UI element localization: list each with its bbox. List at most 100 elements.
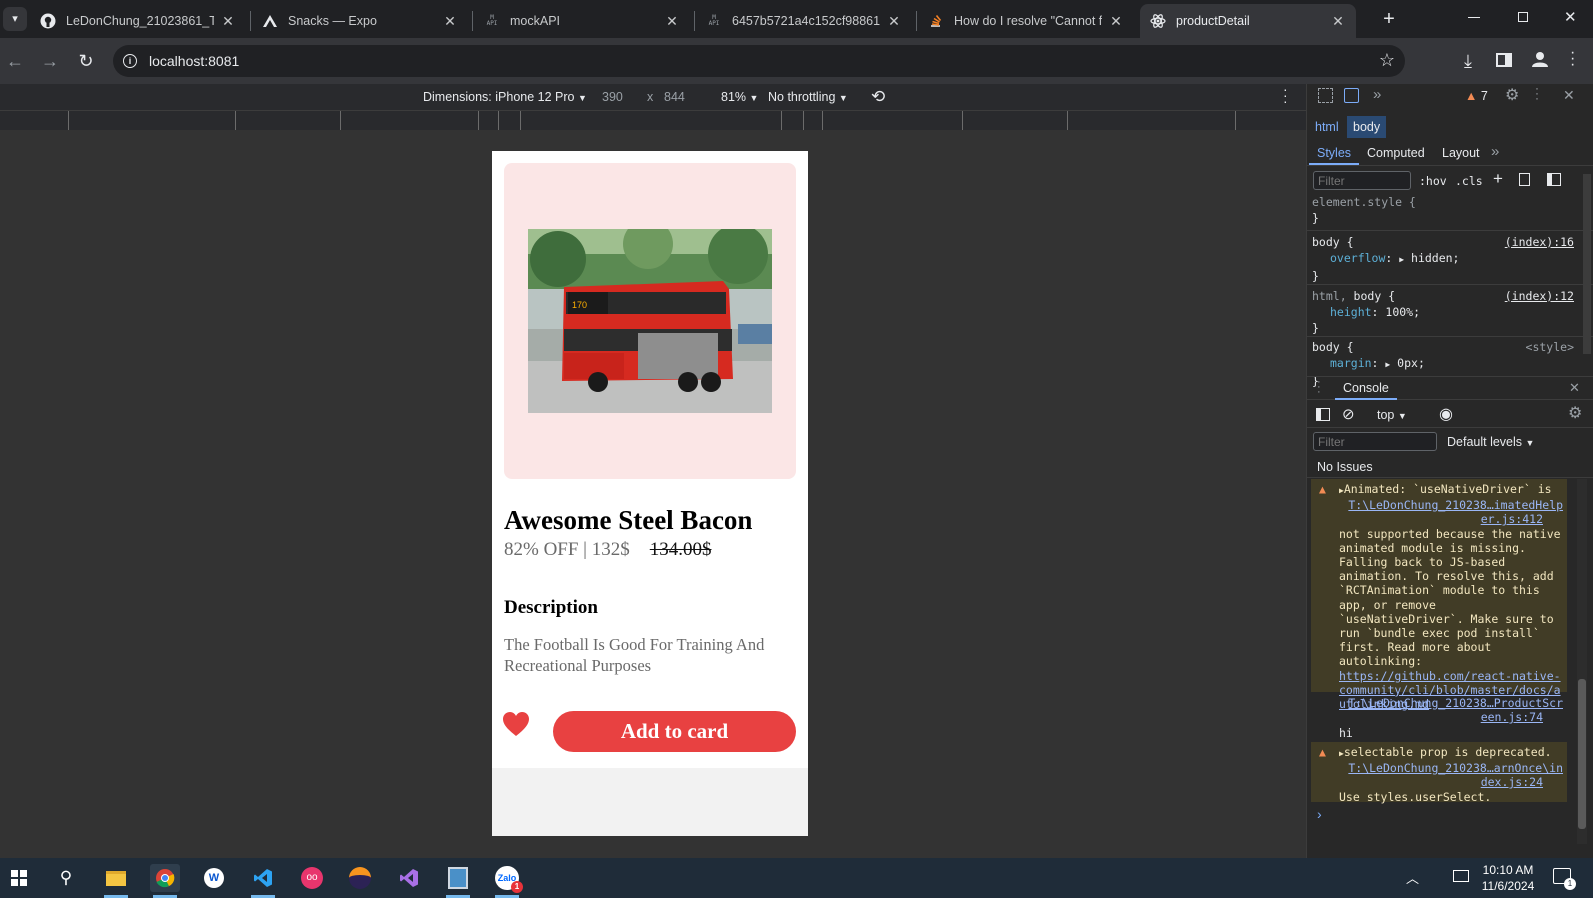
warning-count[interactable]: ▲ 7 xyxy=(1465,89,1488,103)
device-toggle-icon[interactable] xyxy=(1344,88,1359,103)
tab-close-icon[interactable]: ✕ xyxy=(220,13,236,30)
add-to-card-button[interactable]: Add to card xyxy=(553,711,796,752)
tab-search-button[interactable]: ▾ xyxy=(3,7,27,31)
zoom-dropdown[interactable]: 81% ▼ xyxy=(721,90,758,104)
rule-source-link[interactable]: (index):16 xyxy=(1505,234,1574,250)
live-expression-eye-icon[interactable]: ◉ xyxy=(1439,404,1453,424)
tab-close-icon[interactable]: ✕ xyxy=(886,13,902,30)
hov-toggle[interactable]: :hov xyxy=(1419,174,1447,188)
tab-github[interactable]: LeDonChung_21023861_Tuan ✕ xyxy=(30,4,246,38)
rule-property[interactable]: overflow xyxy=(1330,251,1385,265)
tab-stackoverflow[interactable]: How do I resolve "Cannot fin ✕ xyxy=(918,4,1134,38)
sidebar-toggle-icon[interactable] xyxy=(1547,173,1561,186)
tab-snacks-expo[interactable]: Snacks — Expo ✕ xyxy=(252,4,468,38)
console-filter-input[interactable] xyxy=(1313,432,1437,451)
tab-product-detail[interactable]: productDetail ✕ xyxy=(1140,4,1356,38)
rotate-icon[interactable]: ⟲ xyxy=(871,87,885,107)
tab-layout[interactable]: Layout xyxy=(1442,146,1480,160)
notification-icon[interactable]: 1 xyxy=(1553,868,1576,890)
new-rule-icon[interactable]: + xyxy=(1493,169,1503,189)
breadcrumb-html[interactable]: html xyxy=(1315,120,1339,134)
source-link[interactable]: dex.js:24 xyxy=(1481,775,1543,789)
source-link[interactable]: T:\LeDonChung_210238…arnOnce\in xyxy=(1348,761,1563,775)
rule-property[interactable]: margin xyxy=(1330,356,1372,370)
console-sidebar-icon[interactable] xyxy=(1316,408,1330,421)
styles-filter-input[interactable] xyxy=(1313,171,1411,190)
download-icon[interactable]: ⤓ xyxy=(1455,48,1481,74)
close-drawer-icon[interactable]: ✕ xyxy=(1569,380,1580,396)
console-scrollbar[interactable] xyxy=(1577,479,1587,844)
side-panel-icon[interactable] xyxy=(1496,53,1512,67)
breadcrumb-body[interactable]: body xyxy=(1347,116,1387,138)
more-tabs-icon[interactable]: » xyxy=(1491,143,1499,160)
rule-value[interactable]: 0px; xyxy=(1397,356,1425,370)
devtools-menu-icon[interactable]: · · · xyxy=(1535,82,1539,104)
vscode-icon[interactable] xyxy=(248,864,278,892)
forward-icon[interactable]: → xyxy=(37,48,63,74)
styles-scrollbar[interactable] xyxy=(1583,174,1591,354)
console-settings-icon[interactable]: ⚙ xyxy=(1568,403,1582,423)
close-devtools-icon[interactable]: ✕ xyxy=(1563,87,1575,104)
media-query-ruler[interactable] xyxy=(0,111,1306,130)
expand-arrow-icon[interactable]: ▶ xyxy=(1385,360,1390,369)
throttling-dropdown[interactable]: No throttling ▼ xyxy=(768,90,848,104)
rule-value[interactable]: 100%; xyxy=(1385,305,1420,319)
console-scrollbar-thumb[interactable] xyxy=(1578,679,1586,829)
dimensions-dropdown[interactable]: Dimensions: iPhone 12 Pro ▼ xyxy=(423,90,587,104)
network-icon[interactable] xyxy=(1453,870,1469,882)
height-input[interactable]: 844 xyxy=(664,90,685,104)
tab-close-icon[interactable]: ✕ xyxy=(1330,13,1346,30)
tab-mockapi[interactable]: M API mockAPI ✕ xyxy=(474,4,690,38)
favorite-heart-icon[interactable] xyxy=(502,711,530,737)
minimize-icon[interactable] xyxy=(1468,17,1480,18)
rule-source-link[interactable]: (index):12 xyxy=(1505,288,1574,304)
paint-icon[interactable] xyxy=(1519,173,1530,186)
expand-arrow-icon[interactable]: ▶ xyxy=(1399,255,1404,264)
file-explorer-icon[interactable] xyxy=(101,864,131,892)
tab-close-icon[interactable]: ✕ xyxy=(442,13,458,30)
tab-close-icon[interactable]: ✕ xyxy=(1108,13,1124,30)
clear-console-icon[interactable]: ⊘ xyxy=(1342,405,1355,423)
reload-icon[interactable]: ↻ xyxy=(73,48,99,74)
app-icon[interactable] xyxy=(443,864,473,892)
tab-computed[interactable]: Computed xyxy=(1367,146,1425,160)
app-icon[interactable]: oo xyxy=(297,864,327,892)
address-bar[interactable]: i localhost:8081 ☆ xyxy=(113,45,1405,77)
log-levels-dropdown[interactable]: Default levels ▼ xyxy=(1447,435,1534,449)
tab-console[interactable]: Console xyxy=(1343,381,1389,395)
tab-close-icon[interactable]: ✕ xyxy=(664,13,680,30)
visual-studio-icon[interactable] xyxy=(394,864,424,892)
context-selector[interactable]: top ▼ xyxy=(1377,408,1407,422)
zalo-icon[interactable]: Zalo 1 xyxy=(492,864,523,893)
close-window-icon[interactable]: ✕ xyxy=(1564,8,1577,26)
new-tab-icon[interactable]: + xyxy=(1378,8,1400,30)
cls-toggle[interactable]: .cls xyxy=(1455,174,1483,188)
device-toolbar-more-icon[interactable]: · · · xyxy=(1283,82,1288,108)
back-icon[interactable]: ← xyxy=(2,48,28,74)
inspect-element-icon[interactable] xyxy=(1318,88,1333,103)
source-link[interactable]: er.js:412 xyxy=(1481,512,1543,526)
console-prompt-icon[interactable]: › xyxy=(1317,806,1322,822)
rule-property[interactable]: height xyxy=(1330,305,1372,319)
rule-value[interactable]: hidden; xyxy=(1411,251,1459,265)
drawer-menu-icon[interactable]: · · · xyxy=(1317,377,1321,398)
search-icon[interactable]: ⚲ xyxy=(51,864,81,892)
show-hidden-icons-icon[interactable]: ︿ xyxy=(1406,868,1419,887)
app-icon[interactable]: W xyxy=(199,864,229,892)
more-tabs-icon[interactable]: » xyxy=(1373,86,1381,103)
chrome-menu-icon[interactable]: · · · xyxy=(1570,45,1575,73)
source-link[interactable]: T:\LeDonChung_210238…imatedHelp xyxy=(1348,498,1563,512)
clock[interactable]: 10:10 AM 11/6/2024 xyxy=(1478,862,1538,894)
source-link[interactable]: T:\LeDonChung_210238…ProductScr xyxy=(1348,696,1563,710)
source-link[interactable]: een.js:74 xyxy=(1481,710,1543,724)
bookmark-star-icon[interactable]: ☆ xyxy=(1379,50,1395,71)
restore-icon[interactable] xyxy=(1518,12,1528,22)
width-input[interactable]: 390 xyxy=(602,90,623,104)
chrome-icon[interactable] xyxy=(150,864,180,892)
windows-start-icon[interactable] xyxy=(4,864,34,892)
eclipse-icon[interactable] xyxy=(345,864,375,892)
product-image[interactable]: 170 xyxy=(528,229,772,413)
tab-mockapi-resource[interactable]: M API 6457b5721a4c152cf98861de ✕ xyxy=(696,4,912,38)
tab-styles[interactable]: Styles xyxy=(1317,146,1351,160)
settings-gear-icon[interactable]: ⚙ xyxy=(1505,85,1519,105)
